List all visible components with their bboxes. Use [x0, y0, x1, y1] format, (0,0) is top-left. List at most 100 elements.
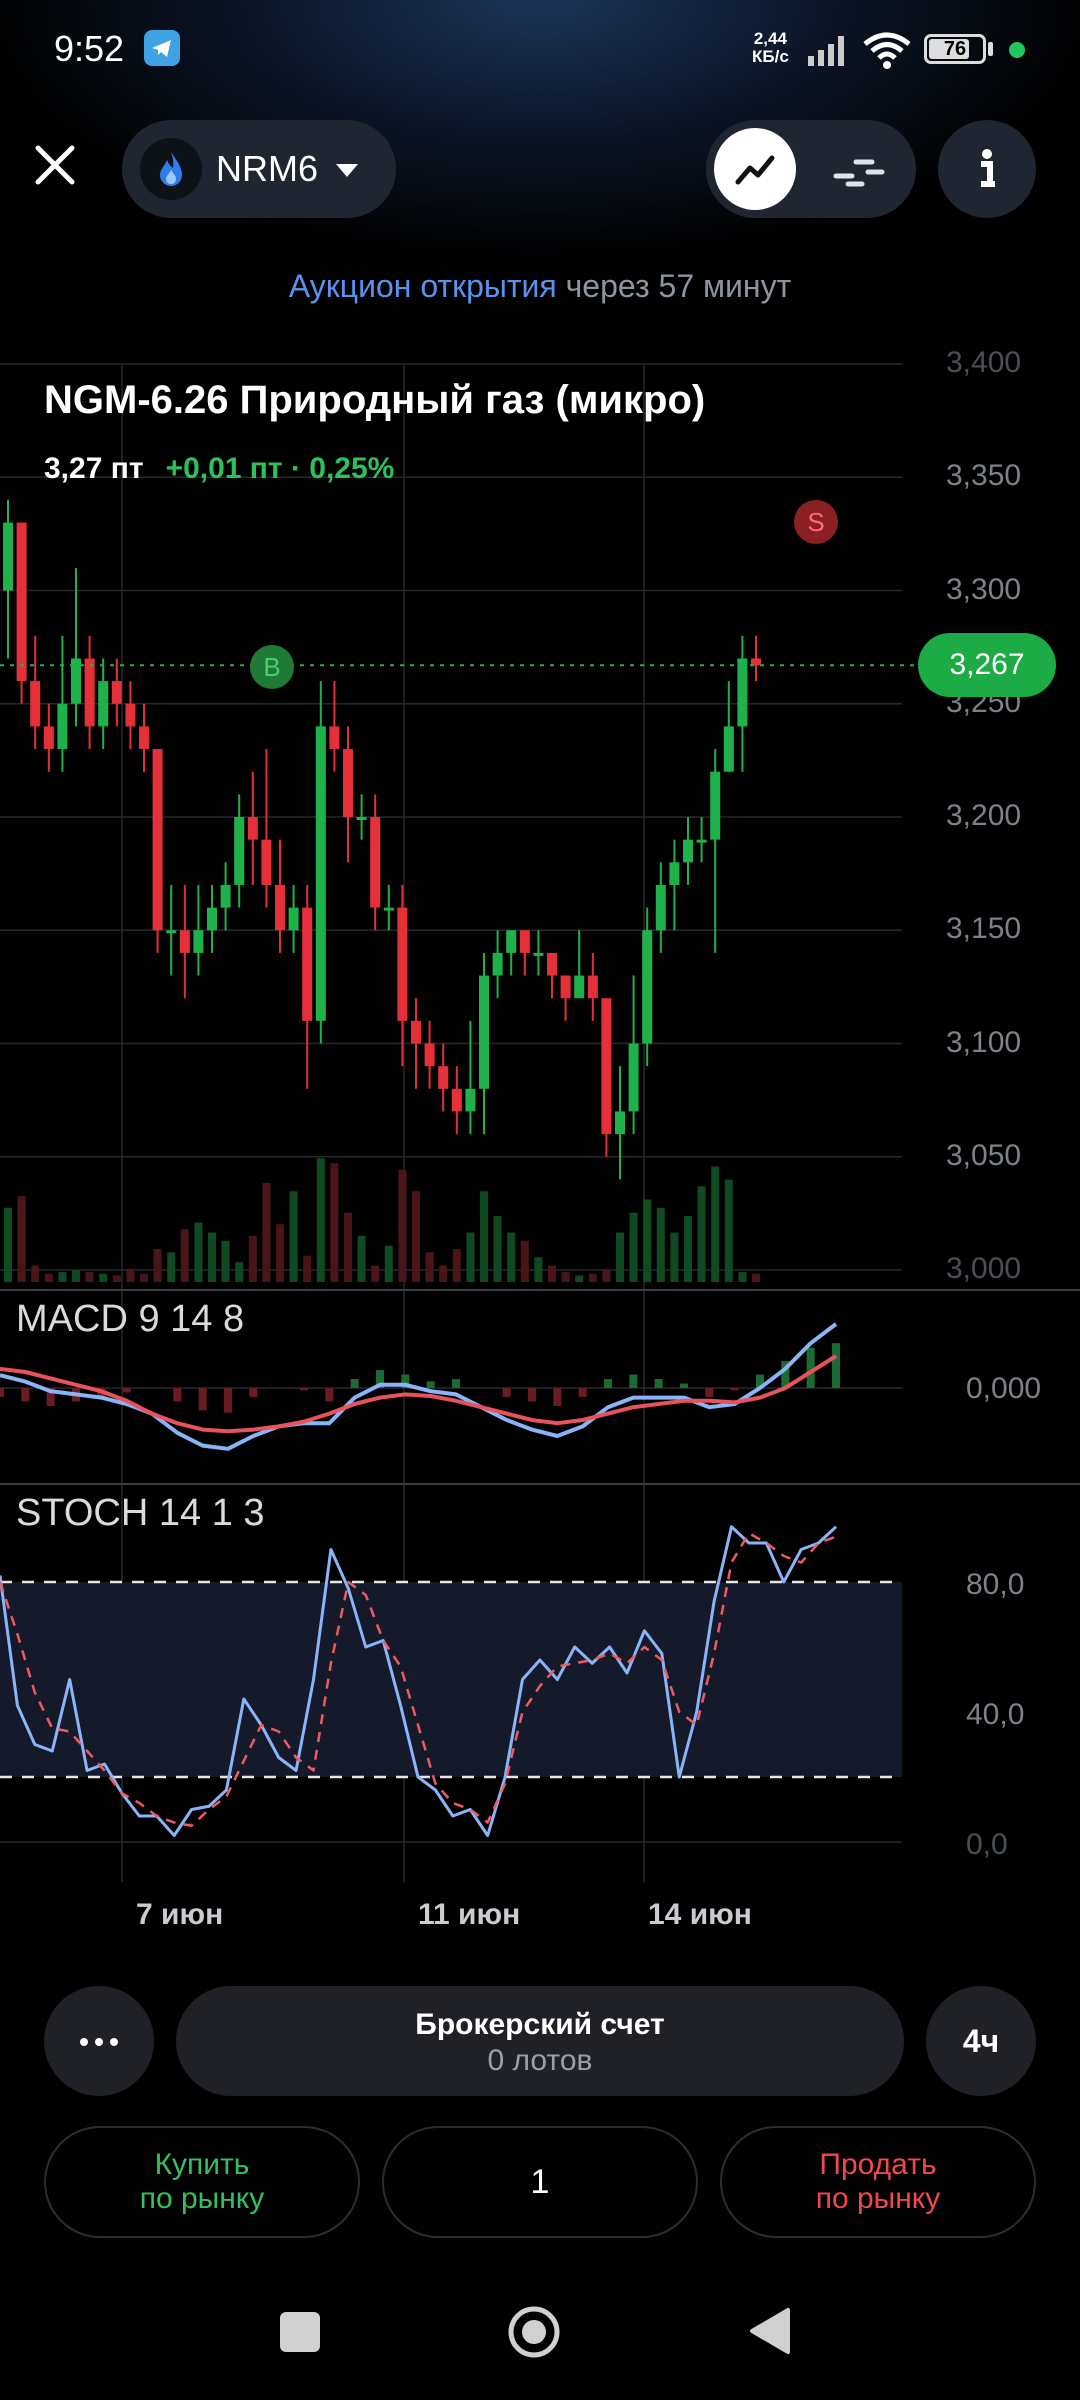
chart-area[interactable]: BS: [0, 340, 1080, 1900]
volume-bar: [112, 1275, 121, 1282]
trade-marker-label: S: [807, 507, 824, 537]
chevron-down-icon: [336, 164, 358, 177]
more-options-button[interactable]: [44, 1986, 154, 2096]
macd-histogram-bar: [249, 1388, 258, 1397]
candle-body: [615, 1111, 625, 1135]
candle-body: [234, 817, 245, 885]
candle-body: [275, 884, 285, 931]
telegram-icon: [144, 30, 180, 66]
candle-body: [397, 907, 408, 1021]
home-button[interactable]: [506, 2304, 562, 2365]
volume-bar: [425, 1252, 434, 1282]
candle-body: [207, 907, 217, 931]
quantity-field[interactable]: 1: [382, 2126, 698, 2238]
macd-line: [0, 1322, 838, 1451]
candle-body: [424, 1043, 435, 1067]
timeframe-button[interactable]: 4ч: [926, 1986, 1036, 2096]
candle-body: [574, 975, 585, 999]
volume-bar: [398, 1169, 407, 1282]
volume-bar: [235, 1262, 244, 1282]
candle-body: [329, 726, 340, 750]
status-time: 9:52: [54, 28, 125, 69]
volume-bar: [561, 1272, 570, 1282]
candle-body: [642, 930, 653, 1044]
volume-bar: [180, 1229, 189, 1282]
volume-bar: [99, 1273, 108, 1282]
volume-bar: [316, 1158, 325, 1282]
candle-body: [669, 862, 680, 885]
volume-bar: [153, 1249, 162, 1282]
volume-bar: [330, 1163, 339, 1282]
price-axis-label: 3,300: [946, 572, 1022, 606]
volume-bar: [412, 1191, 420, 1282]
candle-body: [57, 703, 68, 750]
macd-histogram-bar: [629, 1374, 638, 1388]
network-speed: 2,44 КБ/с: [752, 29, 789, 66]
volume-bar: [602, 1268, 611, 1282]
candle-body: [438, 1066, 449, 1089]
wifi-icon: [862, 30, 912, 75]
macd-histogram-bar: [553, 1388, 562, 1406]
line-chart-icon: [735, 155, 775, 185]
buy-market-button[interactable]: Купить по рынку: [44, 2126, 360, 2238]
candle-body: [655, 884, 666, 931]
stoch-axis-0: 0,0: [966, 1828, 1008, 1861]
candle-body: [98, 681, 109, 727]
macd-histogram-bar: [528, 1388, 536, 1402]
macd-histogram-bar: [705, 1388, 714, 1397]
account-title: Брокерский счет: [415, 2008, 665, 2041]
candle-body: [560, 975, 571, 999]
volume-bar: [126, 1268, 135, 1282]
candle-body: [3, 522, 13, 591]
ticker-name: NRM6: [216, 148, 319, 189]
volume-bar: [371, 1265, 380, 1282]
candle-body: [315, 726, 326, 1021]
recent-apps-button[interactable]: [278, 2310, 322, 2359]
volume-bar: [643, 1199, 652, 1282]
candle-body: [751, 658, 761, 666]
trade-markers: BS: [250, 499, 838, 689]
macd-histogram-bar: [173, 1388, 182, 1402]
sell-market-button[interactable]: Продать по рынку: [720, 2126, 1036, 2238]
candle-chart-mode-button[interactable]: [828, 142, 890, 196]
volume-bar: [31, 1265, 40, 1282]
battery-icon: 76: [924, 34, 986, 64]
volume-bar: [439, 1265, 448, 1282]
candle-body: [465, 1088, 476, 1112]
macd-histogram-bar: [502, 1388, 511, 1397]
close-button[interactable]: [20, 130, 90, 200]
candle-body: [247, 817, 258, 840]
stoch-label: STOCH 14 1 3: [16, 1492, 265, 1534]
candle-body: [343, 749, 353, 817]
candle-body: [519, 930, 530, 953]
candle-body: [628, 1043, 639, 1112]
date-label: 14 июн: [648, 1898, 752, 1931]
info-button[interactable]: [938, 120, 1036, 218]
volume-bar: [357, 1235, 366, 1282]
macd-histogram-bar: [452, 1379, 460, 1388]
gas-flame-icon: [140, 138, 202, 200]
macd-histogram-bar: [654, 1379, 663, 1388]
volume-bar: [575, 1275, 584, 1282]
account-selector[interactable]: Брокерский счет 0 лотов: [176, 1986, 904, 2096]
line-chart-mode-button[interactable]: [714, 128, 796, 210]
date-label: 11 июн: [418, 1898, 521, 1931]
price-axis-label: 3,150: [946, 912, 1022, 946]
back-triangle-icon: [750, 2308, 790, 2354]
volume-bar: [72, 1270, 80, 1282]
volume-bar: [17, 1196, 26, 1282]
volume-bar: [534, 1257, 543, 1282]
volume-bars: [4, 1158, 760, 1282]
volume-bar: [493, 1216, 502, 1282]
volume-bar: [58, 1272, 67, 1282]
home-circle-icon: [508, 2306, 560, 2358]
candle-body: [370, 817, 381, 908]
back-button[interactable]: [748, 2306, 792, 2361]
macd-histogram-bar: [0, 1388, 4, 1397]
volume-bar: [466, 1232, 475, 1282]
ticker-selector[interactable]: NRM6: [122, 120, 396, 218]
macd-histogram-bar: [350, 1379, 359, 1388]
candle-body: [166, 930, 177, 934]
stochastic-panel: [0, 1525, 902, 1837]
candle-body: [383, 907, 394, 911]
